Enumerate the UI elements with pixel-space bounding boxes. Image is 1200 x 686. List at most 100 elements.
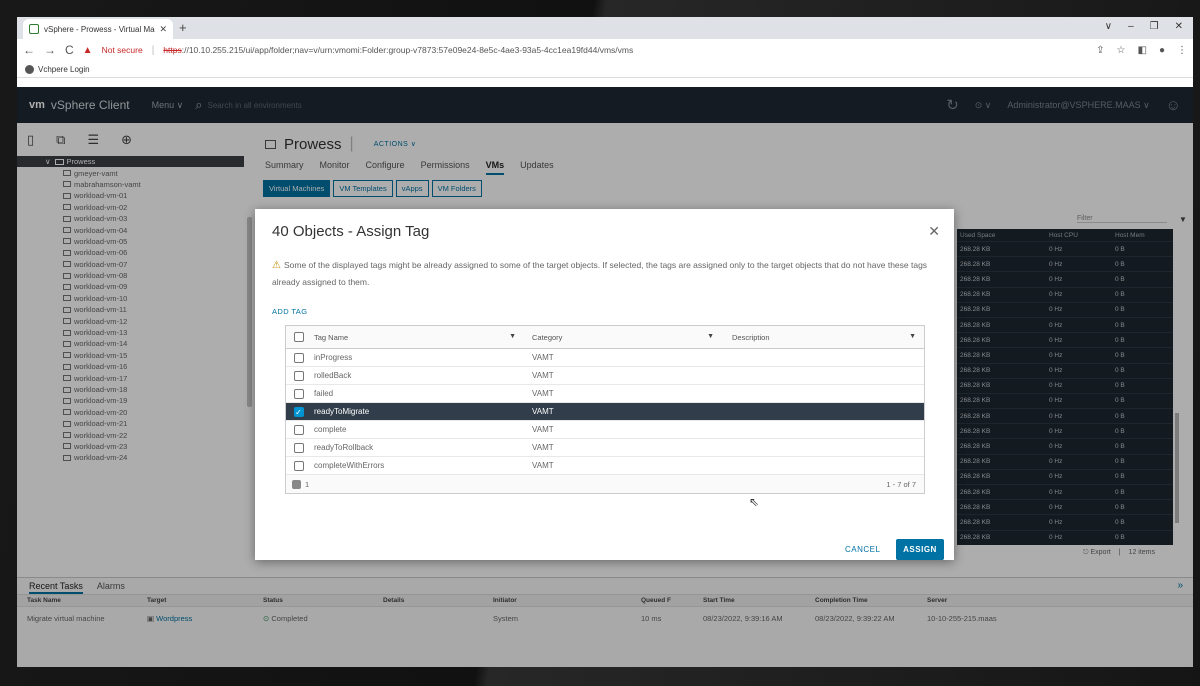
tag-category: VAMT bbox=[532, 389, 554, 398]
assign-button[interactable]: ASSIGN bbox=[896, 539, 944, 560]
tag-grid-footer: 1 1 - 7 of 7 bbox=[286, 475, 924, 493]
close-tab-icon[interactable]: ✕ bbox=[159, 24, 167, 35]
info-text: Some of the displayed tags might be alre… bbox=[272, 260, 928, 287]
star-icon[interactable]: ☆ bbox=[1117, 45, 1126, 56]
tag-category-cell: VAMT bbox=[524, 461, 722, 470]
tag-category-cell: VAMT bbox=[524, 353, 722, 362]
tag-name: completeWithErrors bbox=[314, 461, 385, 470]
bookmarks-bar: Vchpere Login bbox=[17, 61, 1193, 78]
tag-row[interactable]: completeWithErrors VAMT bbox=[286, 457, 924, 475]
share-icon[interactable]: ⇪ bbox=[1096, 45, 1104, 56]
row-checkbox[interactable]: ✓ bbox=[286, 406, 311, 417]
row-checkbox[interactable] bbox=[286, 460, 311, 471]
browser-actions: ⇪ ☆ ◧ ● ⋮ bbox=[1096, 45, 1187, 56]
filter-icon[interactable]: ▼ bbox=[509, 333, 516, 342]
url-field[interactable]: https://10.10.255.215/ui/app/folder;nav=… bbox=[163, 45, 633, 55]
checkbox-box bbox=[293, 332, 304, 342]
address-bar: ← → C ▲ Not secure | https://10.10.255.2… bbox=[17, 39, 1193, 61]
row-checkbox[interactable] bbox=[286, 442, 311, 453]
filter-icon[interactable]: ▼ bbox=[909, 333, 916, 342]
forward-icon[interactable]: → bbox=[44, 43, 56, 57]
tab-strip: vSphere - Prowess - Virtual Mach ✕ + ∨ –… bbox=[17, 17, 1193, 39]
tag-category-cell: VAMT bbox=[524, 443, 722, 452]
tag-category-cell: VAMT bbox=[524, 407, 722, 416]
tag-category: VAMT bbox=[532, 425, 554, 434]
checkbox-checked-icon: ✓ bbox=[293, 406, 304, 417]
tag-name-cell: readyToRollback bbox=[311, 443, 524, 452]
globe-icon bbox=[25, 64, 34, 74]
checkbox-box bbox=[293, 370, 304, 381]
not-secure-label[interactable]: Not secure bbox=[102, 45, 143, 55]
select-all-checkbox[interactable] bbox=[286, 332, 311, 342]
tag-category: VAMT bbox=[532, 407, 554, 416]
tag-grid: Tag Name ▼ Category ▼ Description ▼ inProgr… bbox=[285, 325, 925, 494]
tag-name: complete bbox=[314, 425, 347, 434]
tag-name: failed bbox=[314, 389, 334, 398]
tag-name: readyToRollback bbox=[314, 443, 374, 452]
dialog-title: 40 Objects - Assign Tag bbox=[272, 223, 430, 240]
tag-name-cell: failed bbox=[311, 389, 524, 398]
col-tag-name-label: Tag Name bbox=[314, 332, 349, 342]
warning-icon[interactable]: ▲ bbox=[83, 45, 93, 56]
url-scheme: https bbox=[163, 45, 182, 55]
close-icon[interactable]: ✕ bbox=[928, 223, 940, 240]
tag-category: VAMT bbox=[532, 353, 554, 362]
info-message: ⚠ Some of the displayed tags might be alr… bbox=[272, 257, 937, 290]
checkbox-box bbox=[293, 424, 304, 435]
checkbox-box bbox=[293, 442, 304, 453]
chevron-down-icon[interactable]: ∨ bbox=[1105, 21, 1112, 32]
bookmark-vsphere-login[interactable]: Vchpere Login bbox=[38, 65, 90, 74]
row-checkbox[interactable] bbox=[286, 388, 311, 399]
tag-row[interactable]: readyToRollback VAMT bbox=[286, 439, 924, 457]
tag-category: VAMT bbox=[532, 371, 554, 380]
minimize-icon[interactable]: – bbox=[1128, 21, 1134, 32]
col-tag-name[interactable]: Tag Name ▼ bbox=[311, 333, 524, 342]
address-separator: | bbox=[151, 44, 155, 56]
tag-row[interactable]: inProgress VAMT bbox=[286, 349, 924, 367]
reload-icon[interactable]: C bbox=[65, 43, 74, 57]
checkbox-box bbox=[293, 460, 304, 471]
profile-icon[interactable]: ● bbox=[1159, 45, 1165, 56]
tag-name: readyToMigrate bbox=[314, 407, 370, 416]
window-controls: ∨ – ❐ ✕ bbox=[1105, 21, 1183, 32]
tag-category-cell: VAMT bbox=[524, 371, 722, 380]
browser-tab[interactable]: vSphere - Prowess - Virtual Mach ✕ bbox=[23, 19, 173, 39]
back-icon[interactable]: ← bbox=[23, 43, 35, 57]
tag-row[interactable]: ✓ readyToMigrate VAMT bbox=[286, 403, 924, 421]
row-checkbox[interactable] bbox=[286, 424, 311, 435]
tag-row[interactable]: complete VAMT bbox=[286, 421, 924, 439]
url-path: ://10.10.255.215/ui/app/folder;nav=v/urn… bbox=[181, 45, 634, 55]
selected-indicator-icon bbox=[292, 479, 301, 489]
new-tab-icon[interactable]: + bbox=[179, 20, 187, 35]
vsphere-favicon-icon bbox=[29, 24, 39, 34]
tag-category: VAMT bbox=[532, 461, 554, 470]
row-checkbox[interactable] bbox=[286, 352, 311, 363]
tag-name-cell: readyToMigrate bbox=[311, 407, 524, 416]
filter-icon[interactable]: ▼ bbox=[707, 333, 714, 342]
tag-row[interactable]: rolledBack VAMT bbox=[286, 367, 924, 385]
cancel-button[interactable]: CANCEL bbox=[845, 545, 880, 554]
col-category-label: Category bbox=[532, 332, 563, 342]
row-checkbox[interactable] bbox=[286, 370, 311, 381]
tag-grid-header: Tag Name ▼ Category ▼ Description ▼ bbox=[286, 326, 924, 349]
tag-category-cell: VAMT bbox=[524, 389, 722, 398]
pagination-label: 1 - 7 of 7 bbox=[886, 479, 916, 489]
checkbox-box bbox=[293, 352, 304, 363]
col-category[interactable]: Category ▼ bbox=[524, 333, 722, 342]
browser-tab-title: vSphere - Prowess - Virtual Mach bbox=[44, 24, 156, 34]
add-tag-button[interactable]: ADD TAG bbox=[272, 307, 307, 316]
sidebar-icon[interactable]: ◧ bbox=[1138, 45, 1147, 56]
tag-row[interactable]: failed VAMT bbox=[286, 385, 924, 403]
close-window-icon[interactable]: ✕ bbox=[1175, 21, 1183, 32]
checkbox-box bbox=[293, 388, 304, 399]
assign-tag-dialog: 40 Objects - Assign Tag ✕ ⚠ Some of the d… bbox=[255, 209, 954, 560]
tag-name-cell: rolledBack bbox=[311, 371, 524, 380]
restore-icon[interactable]: ❐ bbox=[1150, 21, 1159, 32]
mouse-cursor-icon: ⇖ bbox=[749, 495, 760, 509]
tag-name: rolledBack bbox=[314, 371, 352, 380]
col-description-label: Description bbox=[732, 332, 770, 342]
col-description[interactable]: Description ▼ bbox=[722, 333, 924, 342]
modal-backdrop-header bbox=[17, 87, 1193, 123]
tag-category: VAMT bbox=[532, 443, 554, 452]
more-icon[interactable]: ⋮ bbox=[1177, 45, 1187, 56]
